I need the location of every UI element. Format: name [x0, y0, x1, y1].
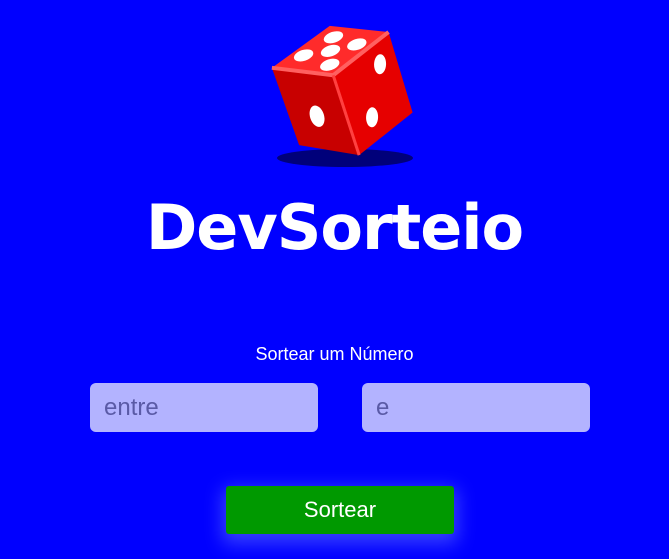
range-from-input[interactable]	[90, 383, 318, 432]
dice-icon	[255, 8, 425, 173]
app-title: DevSorteio	[145, 191, 524, 264]
draw-heading: Sortear um Número	[255, 344, 414, 364]
range-to-input[interactable]	[362, 383, 590, 432]
draw-button[interactable]: Sortear	[226, 486, 454, 534]
